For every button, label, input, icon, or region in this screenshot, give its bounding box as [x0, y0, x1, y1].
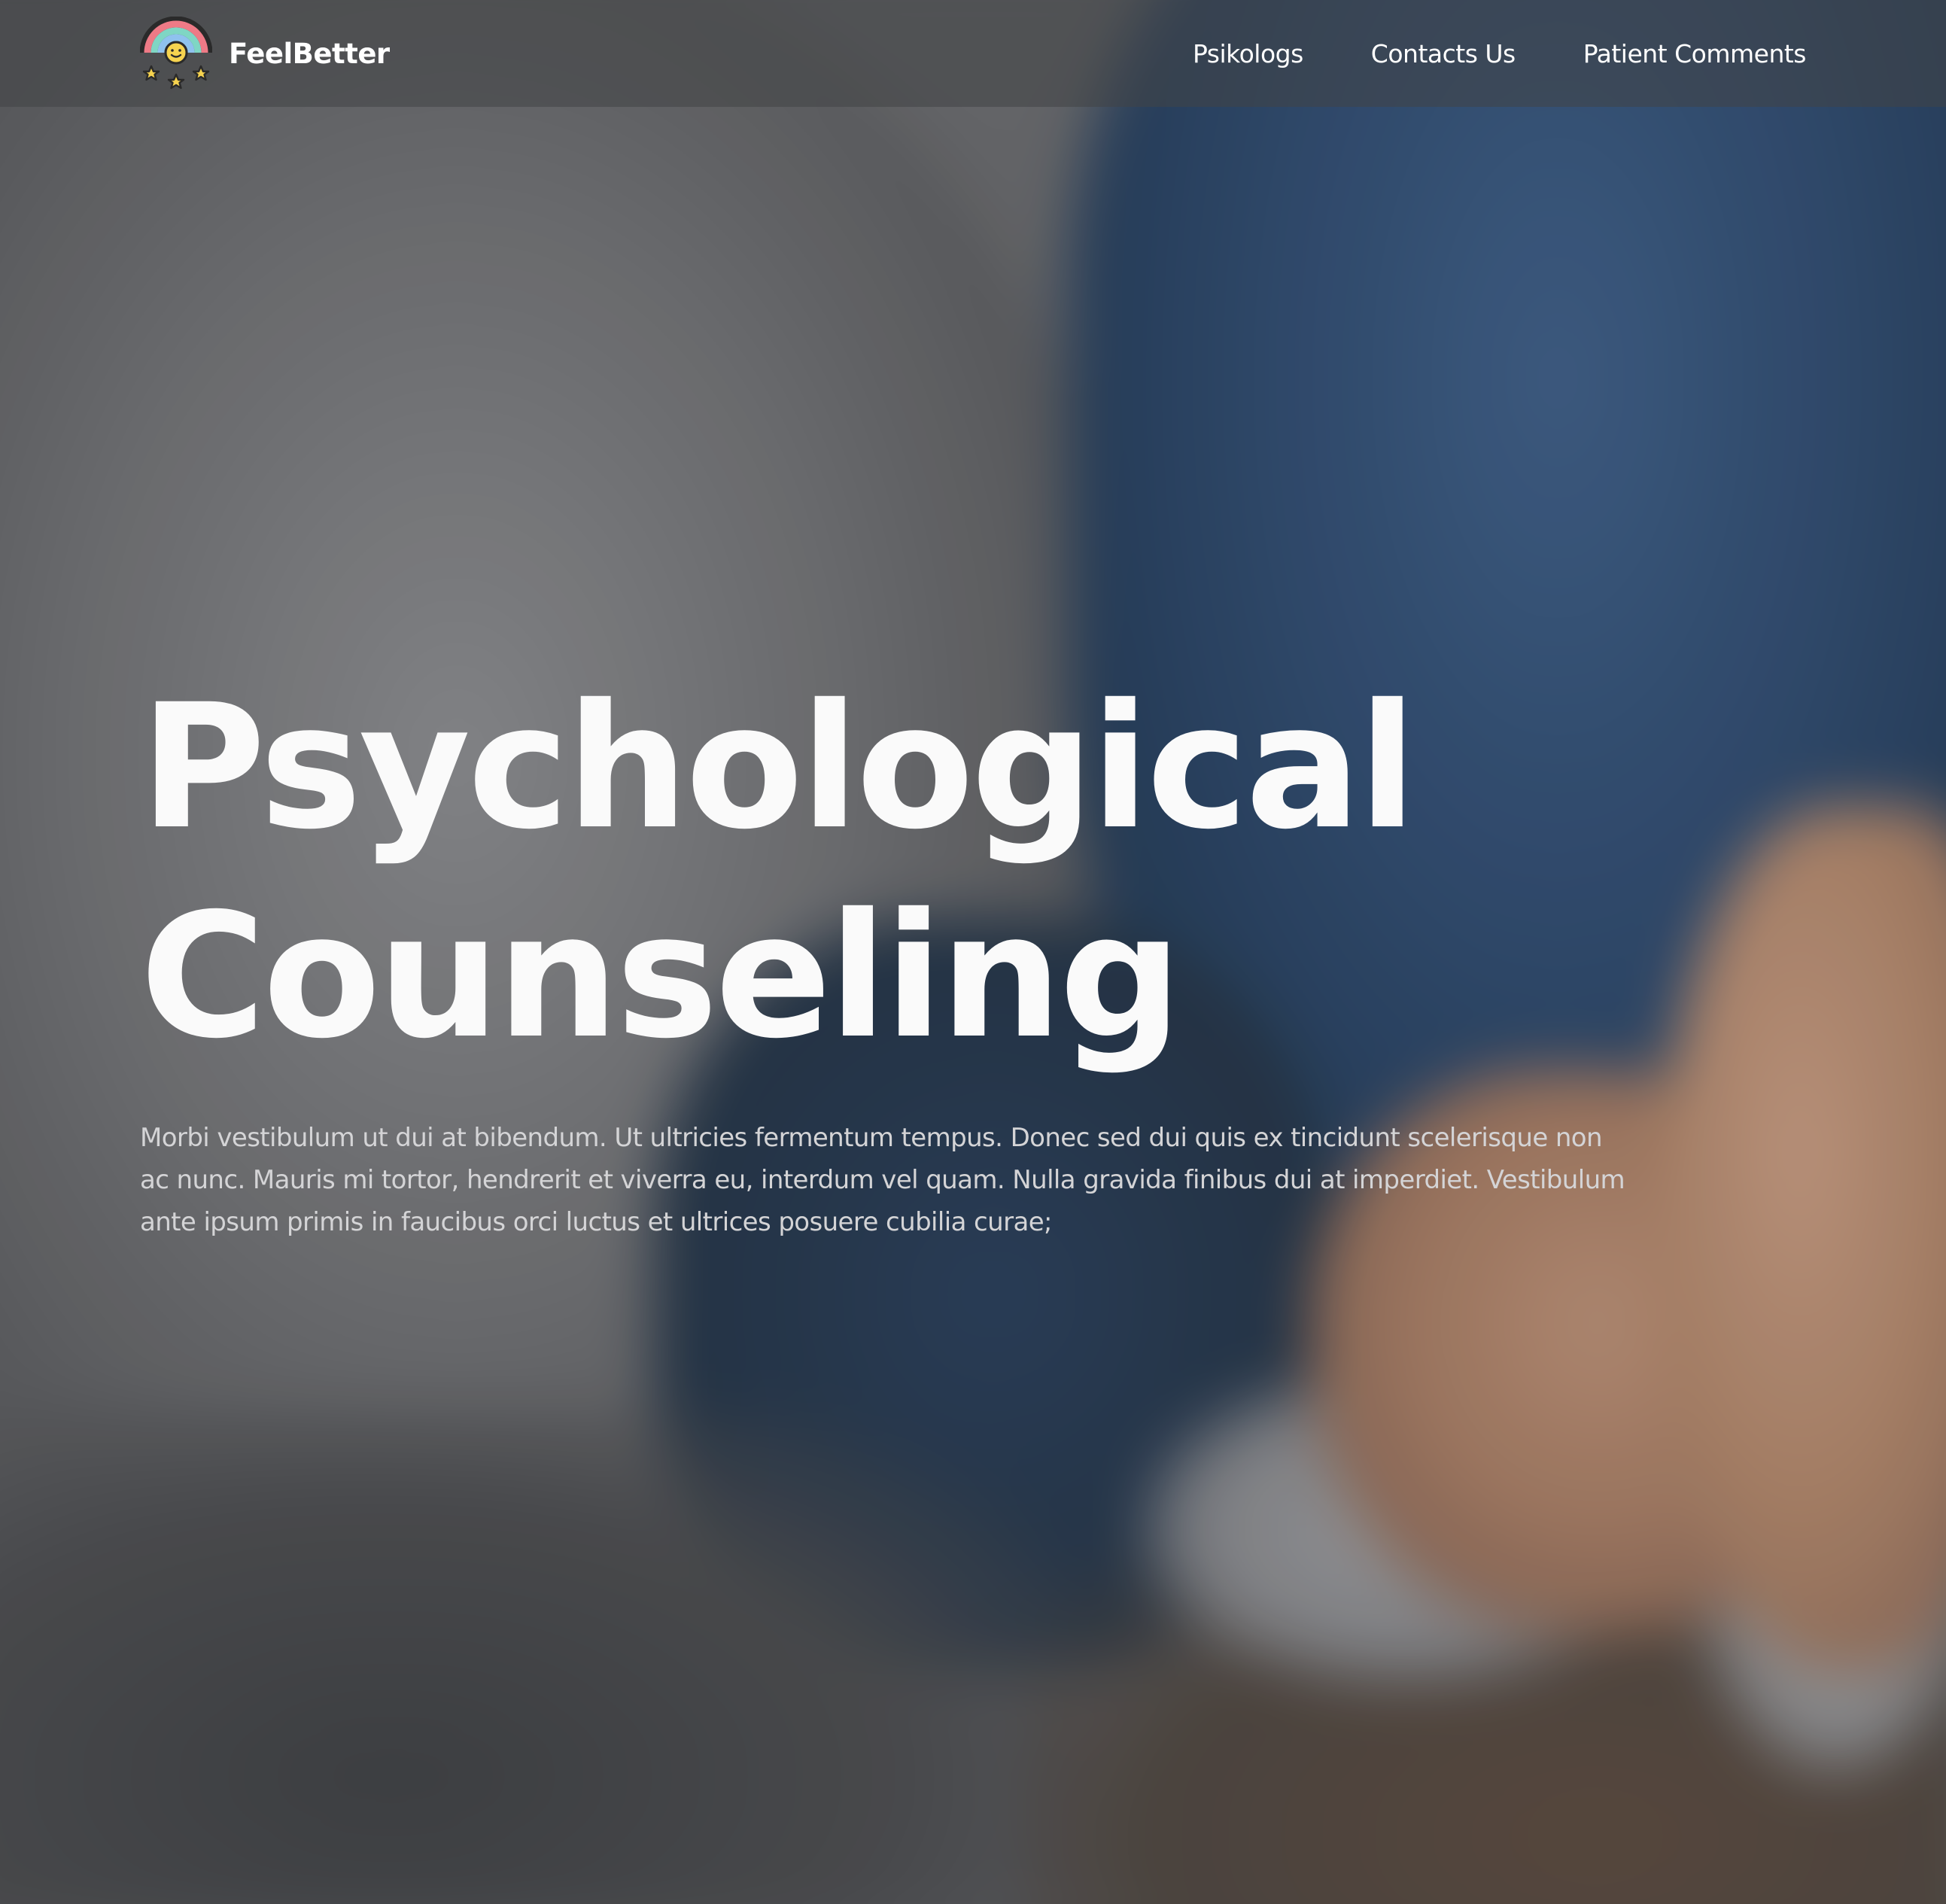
hero-section: Psychological Counseling Morbi vestibulu… — [140, 662, 1645, 1243]
brand-home-link[interactable]: FeelBetter — [140, 17, 390, 90]
nav-link-psikologs[interactable]: Psikologs — [1193, 39, 1303, 68]
landing-page: FeelBetter Psikologs Contacts Us Patient… — [0, 0, 1946, 1904]
rainbow-smiley-stars-icon — [140, 17, 212, 90]
nav-link-contacts-us[interactable]: Contacts Us — [1371, 39, 1516, 68]
nav-link-patient-comments[interactable]: Patient Comments — [1583, 39, 1807, 68]
top-navbar: FeelBetter Psikologs Contacts Us Patient… — [0, 0, 1946, 107]
hero-title-line-2: Counseling — [140, 876, 1182, 1076]
hero-title: Psychological Counseling — [140, 662, 1645, 1081]
hero-title-line-1: Psychological — [140, 667, 1417, 867]
main-nav: Psikologs Contacts Us Patient Comments — [1193, 39, 1807, 68]
brand-name: FeelBetter — [229, 37, 390, 70]
hero-description: Morbi vestibulum ut dui at bibendum. Ut … — [140, 1123, 1625, 1237]
